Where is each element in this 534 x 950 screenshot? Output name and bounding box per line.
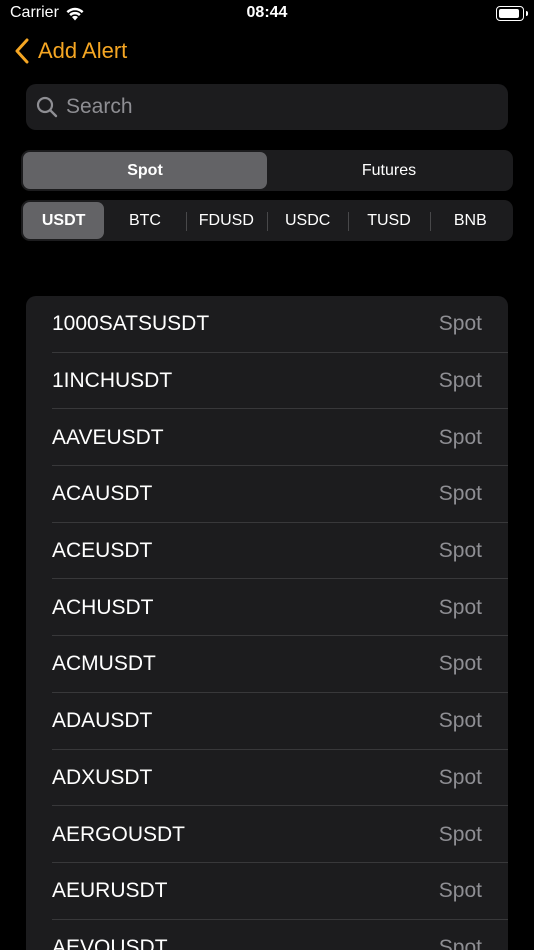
pair-market: Spot [438, 539, 482, 563]
pair-symbol: 1000SATSUSDT [52, 312, 210, 336]
pair-market: Spot [438, 935, 482, 950]
pair-symbol: 1INCHUSDT [52, 369, 173, 393]
pair-row[interactable]: ACEUSDT Spot [26, 523, 508, 580]
pair-row[interactable]: 1000SATSUSDT Spot [26, 296, 508, 353]
nav-title: Add Alert [38, 38, 128, 63]
pair-row[interactable]: AERGOUSDT Spot [26, 806, 508, 863]
pair-market: Spot [438, 709, 482, 733]
pair-symbol: ACHUSDT [52, 595, 154, 619]
pair-symbol: AAVEUSDT [52, 425, 164, 449]
pair-market: Spot [438, 369, 482, 393]
status-time: 08:44 [246, 4, 288, 21]
pair-symbol: ACEUSDT [52, 539, 153, 563]
pair-row[interactable]: ACMUSDT Spot [26, 636, 508, 693]
pair-market: Spot [438, 652, 482, 676]
tab-usdc[interactable]: USDC [266, 202, 348, 239]
pair-market: Spot [438, 765, 482, 789]
tab-spot[interactable]: Spot [23, 152, 267, 189]
pair-symbol: ACAUSDT [52, 482, 153, 506]
status-bar: Carrier 08:44 [0, 0, 534, 30]
pair-market: Spot [438, 482, 482, 506]
pair-market: Spot [438, 595, 482, 619]
tab-futures[interactable]: Futures [267, 152, 511, 189]
pair-row[interactable]: AAVEUSDT Spot [26, 409, 508, 466]
market-segmented-control: Spot Futures [21, 150, 513, 191]
tab-btc[interactable]: BTC [104, 202, 185, 239]
pair-symbol: AEURUSDT [52, 879, 168, 903]
pair-symbol: ADAUSDT [52, 709, 153, 733]
pair-symbol: AERGOUSDT [52, 822, 186, 846]
back-button[interactable]: Add Alert [14, 38, 127, 64]
pair-symbol: ADXUSDT [52, 765, 153, 789]
pair-market: Spot [438, 879, 482, 903]
pair-list: 1000SATSUSDT Spot 1INCHUSDT Spot AAVEUSDT Spo… [26, 296, 508, 950]
tab-bnb[interactable]: BNB [429, 202, 511, 239]
pair-market: Spot [438, 425, 482, 449]
chevron-left-icon [15, 38, 29, 64]
search-icon [36, 96, 58, 118]
tab-fdusd[interactable]: FDUSD [185, 202, 267, 239]
pair-row[interactable]: ADAUSDT Spot [26, 693, 508, 750]
tab-tusd[interactable]: TUSD [348, 202, 429, 239]
pair-row[interactable]: ACAUSDT Spot [26, 466, 508, 523]
tab-usdt[interactable]: USDT [23, 202, 105, 239]
pair-market: Spot [438, 312, 482, 336]
quote-segmented-control: USDT BTC FDUSD USDC TUSD BNB [21, 200, 513, 241]
search-input[interactable] [66, 95, 486, 119]
pair-row[interactable]: AEURUSDT Spot [26, 863, 508, 920]
pair-symbol: AEVOUSDT [52, 935, 168, 950]
search-bar[interactable] [26, 84, 508, 130]
pair-market: Spot [438, 822, 482, 846]
pair-row[interactable]: AEVOUSDT Spot [26, 920, 508, 950]
pair-row[interactable]: ACHUSDT Spot [26, 579, 508, 636]
pair-symbol: ACMUSDT [52, 652, 156, 676]
battery-fill [499, 9, 520, 18]
pair-row[interactable]: ADXUSDT Spot [26, 750, 508, 807]
battery-icon [496, 6, 528, 21]
pair-row[interactable]: 1INCHUSDT Spot [26, 353, 508, 410]
